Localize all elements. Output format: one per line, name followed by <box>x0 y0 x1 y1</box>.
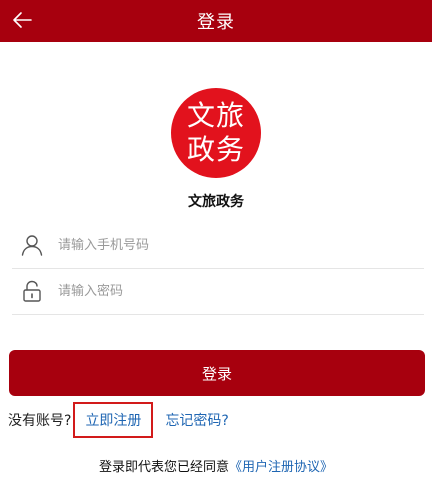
page-title: 登录 <box>197 12 235 33</box>
agreement-prefix: 登录即代表您已经同意 <box>98 460 229 475</box>
phone-input[interactable] <box>56 229 424 261</box>
back-button[interactable] <box>8 6 36 34</box>
logo-line-2: 政务 <box>186 133 245 166</box>
password-input[interactable] <box>56 275 424 307</box>
no-account-label: 没有账号? <box>8 413 72 429</box>
logo-line-1: 文旅 <box>186 99 245 132</box>
user-icon <box>16 229 48 261</box>
lock-icon <box>16 275 48 307</box>
app-name: 文旅政务 <box>188 194 244 210</box>
forgot-password-link[interactable]: 忘记密码? <box>165 410 228 430</box>
arrow-left-icon <box>13 12 32 28</box>
login-button[interactable]: 登录 <box>9 350 425 396</box>
agreement-text: 登录即代表您已经同意《用户注册协议》 <box>0 456 432 475</box>
user-agreement-link[interactable]: 《用户注册协议》 <box>229 460 333 475</box>
password-field-row <box>12 268 424 315</box>
account-links: 没有账号? 立即注册 忘记密码? <box>8 402 229 438</box>
header-bar: 登录 <box>0 0 432 42</box>
app-logo: 文旅 政务 <box>171 88 261 178</box>
register-link[interactable]: 立即注册 <box>73 402 154 438</box>
phone-field-row <box>12 222 424 269</box>
